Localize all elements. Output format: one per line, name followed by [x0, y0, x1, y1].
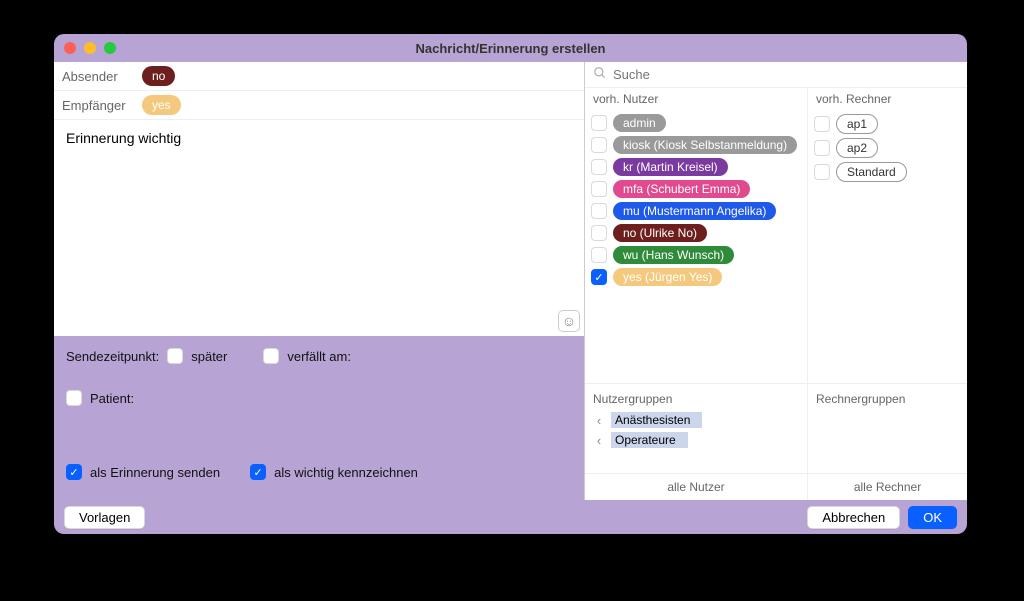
user-pill[interactable]: no (Ulrike No) — [613, 224, 707, 242]
header-rows: Absender no Empfänger yes — [54, 62, 584, 120]
machine-row: Standard — [814, 160, 961, 184]
search-input[interactable] — [613, 67, 959, 82]
all-machines-button[interactable]: alle Rechner — [807, 474, 967, 500]
all-users-button[interactable]: alle Nutzer — [585, 474, 807, 500]
recipient-label: Empfänger — [62, 98, 132, 113]
emoji-button[interactable]: ☺ — [558, 310, 580, 332]
machines-column: vorh. Rechner ap1 ap2 Standard — [807, 88, 967, 383]
content: Absender no Empfänger yes Erinnerung wic… — [54, 62, 967, 500]
recipient-badge: yes — [142, 95, 181, 115]
ok-button[interactable]: OK — [908, 506, 957, 529]
machine-groups-header: Rechnergruppen — [816, 388, 959, 410]
sender-label: Absender — [62, 69, 132, 84]
later-checkbox[interactable] — [167, 348, 183, 364]
user-checkbox[interactable] — [591, 115, 607, 131]
expires-checkbox[interactable] — [263, 348, 279, 364]
message-textarea[interactable]: Erinnerung wichtig ☺ — [54, 120, 584, 336]
machine-pill[interactable]: Standard — [836, 162, 907, 182]
users-list: admin kiosk (Kiosk Selbstanmeldung) kr (Ma… — [585, 110, 807, 383]
patient-label: Patient: — [90, 391, 134, 406]
sender-badge: no — [142, 66, 175, 86]
window-title: Nachricht/Erinnerung erstellen — [54, 41, 967, 56]
user-group-item[interactable]: ‹ Operateure — [593, 430, 799, 450]
machine-row: ap2 — [814, 136, 961, 160]
user-checkbox[interactable] — [591, 159, 607, 175]
cancel-button[interactable]: Abbrechen — [807, 506, 900, 529]
machine-row: ap1 — [814, 112, 961, 136]
user-pill[interactable]: mu (Mustermann Angelika) — [613, 202, 776, 220]
options-area: Sendezeitpunkt: später verfällt am: Pati… — [54, 336, 584, 500]
message-text: Erinnerung wichtig — [66, 130, 181, 146]
users-header: vorh. Nutzer — [585, 88, 807, 110]
user-checkbox[interactable]: ✓ — [591, 269, 607, 285]
send-time-row: Sendezeitpunkt: später verfällt am: — [66, 348, 572, 364]
user-checkbox[interactable] — [591, 247, 607, 263]
user-row: mfa (Schubert Emma) — [591, 178, 801, 200]
traffic-lights — [64, 42, 116, 54]
search-icon — [593, 66, 607, 83]
group-chip: Anästhesisten — [611, 412, 702, 428]
important-label: als wichtig kennzeichnen — [274, 465, 418, 480]
user-groups-header: Nutzergruppen — [593, 388, 799, 410]
recipient-row: Empfänger yes — [54, 91, 584, 120]
user-row: kr (Martin Kreisel) — [591, 156, 801, 178]
machine-groups-column: Rechnergruppen — [807, 384, 967, 473]
user-pill[interactable]: wu (Hans Wunsch) — [613, 246, 734, 264]
machine-checkbox[interactable] — [814, 116, 830, 132]
maximize-icon[interactable] — [104, 42, 116, 54]
left-column: Absender no Empfänger yes Erinnerung wic… — [54, 62, 584, 500]
all-row: alle Nutzer alle Rechner — [585, 473, 967, 500]
user-group-item[interactable]: ‹ Anästhesisten — [593, 410, 799, 430]
close-icon[interactable] — [64, 42, 76, 54]
user-checkbox[interactable] — [591, 225, 607, 241]
user-row: kiosk (Kiosk Selbstanmeldung) — [591, 134, 801, 156]
reminder-checkbox[interactable]: ✓ — [66, 464, 82, 480]
machines-header: vorh. Rechner — [808, 88, 967, 110]
right-column: vorh. Nutzer admin kiosk (Kiosk Selbstanm… — [584, 62, 967, 500]
user-machine-split: vorh. Nutzer admin kiosk (Kiosk Selbstanm… — [585, 88, 967, 383]
sender-row: Absender no — [54, 62, 584, 91]
titlebar: Nachricht/Erinnerung erstellen — [54, 34, 967, 62]
patient-row: Patient: — [66, 390, 572, 406]
user-pill[interactable]: kiosk (Kiosk Selbstanmeldung) — [613, 136, 797, 154]
user-pill[interactable]: yes (Jürgen Yes) — [613, 268, 722, 286]
dialog-window: Nachricht/Erinnerung erstellen Absender … — [54, 34, 967, 534]
send-time-label: Sendezeitpunkt: — [66, 349, 159, 364]
user-checkbox[interactable] — [591, 137, 607, 153]
expires-label: verfällt am: — [287, 349, 351, 364]
user-pill[interactable]: admin — [613, 114, 666, 132]
later-label: später — [191, 349, 227, 364]
machine-pill[interactable]: ap1 — [836, 114, 878, 134]
minimize-icon[interactable] — [84, 42, 96, 54]
machine-pill[interactable]: ap2 — [836, 138, 878, 158]
user-pill[interactable]: kr (Martin Kreisel) — [613, 158, 728, 176]
user-checkbox[interactable] — [591, 181, 607, 197]
user-pill[interactable]: mfa (Schubert Emma) — [613, 180, 750, 198]
smile-icon: ☺ — [562, 313, 576, 329]
machines-list: ap1 ap2 Standard — [808, 110, 967, 383]
user-row: ✓ yes (Jürgen Yes) — [591, 266, 801, 288]
user-row: no (Ulrike No) — [591, 222, 801, 244]
users-column: vorh. Nutzer admin kiosk (Kiosk Selbstanm… — [585, 88, 807, 383]
groups-row: Nutzergruppen ‹Anästhesisten‹Operateure … — [585, 383, 967, 473]
user-groups-column: Nutzergruppen ‹ Anästhesisten ‹ Operateure — [585, 384, 807, 473]
user-groups-list: ‹ Anästhesisten ‹ Operateure — [593, 410, 799, 450]
reminder-label: als Erinnerung senden — [90, 465, 220, 480]
chevron-left-icon: ‹ — [593, 433, 605, 448]
bottom-bar: Vorlagen Abbrechen OK — [54, 500, 967, 534]
templates-button[interactable]: Vorlagen — [64, 506, 145, 529]
important-checkbox[interactable]: ✓ — [250, 464, 266, 480]
group-chip: Operateure — [611, 432, 688, 448]
user-row: mu (Mustermann Angelika) — [591, 200, 801, 222]
machine-checkbox[interactable] — [814, 140, 830, 156]
chevron-left-icon: ‹ — [593, 413, 605, 428]
user-row: wu (Hans Wunsch) — [591, 244, 801, 266]
machine-checkbox[interactable] — [814, 164, 830, 180]
user-checkbox[interactable] — [591, 203, 607, 219]
search-row — [585, 62, 967, 88]
patient-checkbox[interactable] — [66, 390, 82, 406]
user-row: admin — [591, 112, 801, 134]
